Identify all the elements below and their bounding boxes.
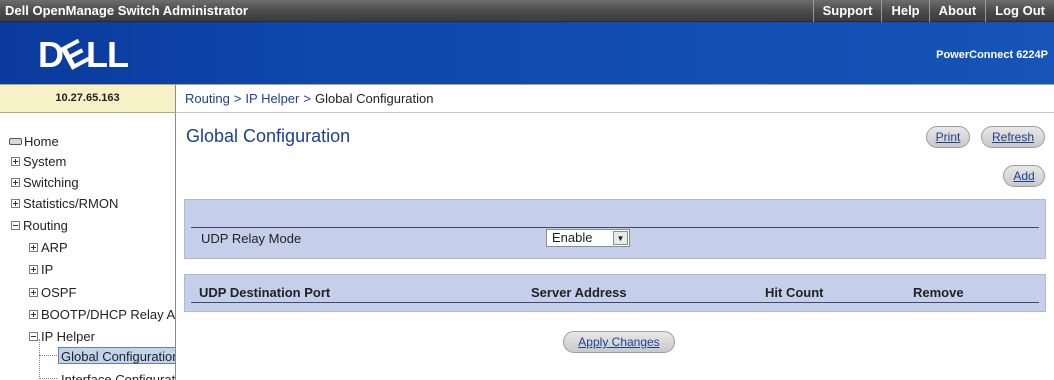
page-title: Global Configuration (186, 126, 351, 146)
udp-relay-row: UDP Relay Mode Enable ▼ (191, 227, 1039, 248)
tree-line (39, 339, 40, 380)
sidebar-item-home[interactable]: Home (9, 133, 59, 150)
product-name: PowerConnect 6224P (936, 49, 1048, 61)
refresh-button[interactable]: Refresh (981, 126, 1045, 148)
banner: DELL PowerConnect 6224P (0, 22, 1054, 84)
sidebar-item-arp[interactable]: ARP (29, 239, 68, 256)
top-links: Support Help About Log Out (812, 0, 1054, 22)
collapse-icon[interactable] (29, 332, 38, 342)
table-header: UDP Destination Port Server Address Hit … (191, 285, 1039, 303)
expand-icon[interactable] (29, 243, 38, 253)
column-server-address: Server Address (531, 285, 627, 300)
chevron-down-icon: ▼ (613, 231, 628, 245)
about-link[interactable]: About (928, 0, 986, 22)
main-content: Global Configuration Print Refresh Add U… (176, 113, 1054, 380)
breadcrumb-ip-helper[interactable]: IP Helper (245, 91, 299, 106)
sidebar-item-statistics[interactable]: Statistics/RMON (11, 195, 118, 212)
breadcrumb-separator: > (233, 91, 242, 106)
home-icon (9, 138, 22, 146)
expand-icon[interactable] (11, 178, 20, 188)
expand-icon[interactable] (11, 157, 20, 167)
help-link[interactable]: Help (881, 0, 928, 22)
collapse-icon[interactable] (11, 221, 20, 231)
sidebar-item-switching[interactable]: Switching (11, 174, 79, 191)
udp-relay-mode-value: Enable (552, 230, 593, 245)
udp-relay-section: UDP Relay Mode Enable ▼ (184, 199, 1046, 259)
expand-icon[interactable] (29, 310, 38, 320)
udp-relay-mode-label: UDP Relay Mode (201, 231, 302, 246)
top-bar: Dell OpenManage Switch Administrator Sup… (0, 0, 1054, 22)
udp-relay-mode-select[interactable]: Enable ▼ (546, 229, 630, 247)
add-button[interactable]: Add (1003, 165, 1045, 187)
breadcrumb-routing[interactable]: Routing (185, 91, 230, 106)
sidebar-item-ospf[interactable]: OSPF (29, 284, 76, 301)
column-hit-count: Hit Count (765, 285, 824, 300)
sidebar-item-system[interactable]: System (11, 153, 66, 170)
print-button[interactable]: Print (926, 126, 970, 148)
sidebar-item-global-configuration[interactable]: Global Configuration (58, 347, 175, 364)
sidebar-item-ip[interactable]: IP (29, 261, 53, 278)
logout-link[interactable]: Log Out (985, 0, 1054, 22)
dell-logo: DELL (38, 31, 129, 79)
app-title: Dell OpenManage Switch Administrator (5, 3, 248, 18)
support-link[interactable]: Support (812, 0, 882, 22)
column-udp-destination-port: UDP Destination Port (199, 285, 331, 300)
apply-changes-button[interactable]: Apply Changes (563, 331, 675, 353)
sidebar-item-interface-configuration[interactable]: Interface Configurati (61, 371, 175, 380)
breadcrumb: Routing > IP Helper > Global Configuration (176, 84, 1054, 113)
expand-icon[interactable] (11, 199, 20, 209)
breadcrumb-separator: > (303, 91, 311, 106)
switch-ip: 10.27.65.163 (0, 84, 176, 113)
sidebar-item-routing[interactable]: Routing (11, 217, 68, 234)
sidebar-item-bootp-dhcp-relay[interactable]: BOOTP/DHCP Relay A (29, 306, 175, 323)
sidebar-nav: Home System Switching Statistics/RMON Ro… (0, 113, 176, 380)
expand-icon[interactable] (29, 265, 38, 275)
tree-line (39, 378, 57, 379)
column-remove: Remove (913, 285, 964, 300)
tree-line (39, 355, 57, 356)
breadcrumb-current: Global Configuration (314, 91, 434, 106)
udp-destinations-table: UDP Destination Port Server Address Hit … (184, 274, 1046, 312)
expand-icon[interactable] (29, 288, 38, 298)
